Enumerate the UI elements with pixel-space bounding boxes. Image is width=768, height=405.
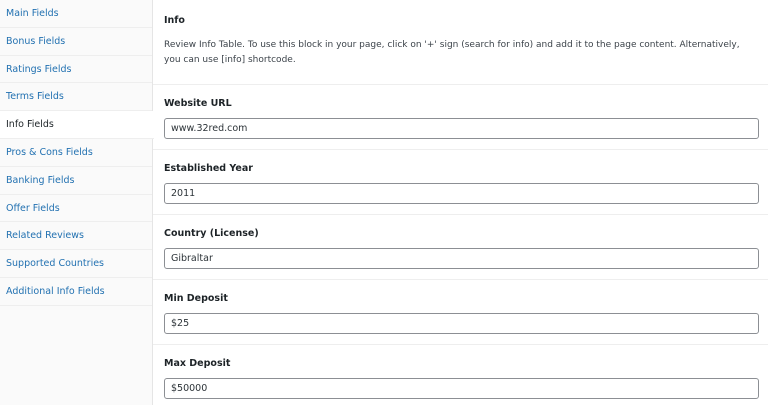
sidebar-item-info-fields[interactable]: Info Fields	[0, 111, 154, 139]
sidebar-item-ratings-fields[interactable]: Ratings Fields	[0, 56, 152, 84]
max-deposit-input[interactable]	[164, 378, 759, 399]
sidebar-item-supported-countries[interactable]: Supported Countries	[0, 250, 152, 278]
field-country-license: Country (License)	[153, 215, 768, 280]
sidebar-item-bonus-fields[interactable]: Bonus Fields	[0, 28, 152, 56]
main-panel: Info Review Info Table. To use this bloc…	[153, 0, 768, 405]
sidebar-item-related-reviews[interactable]: Related Reviews	[0, 222, 152, 251]
country-license-label: Country (License)	[164, 228, 259, 239]
sidebar-nav: Main Fields Bonus Fields Ratings Fields …	[0, 0, 154, 405]
settings-panel: Main Fields Bonus Fields Ratings Fields …	[0, 0, 768, 405]
info-header: Info Review Info Table. To use this bloc…	[153, 0, 768, 85]
sidebar-item-main-fields[interactable]: Main Fields	[0, 0, 152, 28]
sidebar-item-banking-fields[interactable]: Banking Fields	[0, 167, 152, 195]
max-deposit-label: Max Deposit	[164, 358, 231, 369]
min-deposit-input[interactable]	[164, 313, 759, 334]
country-license-input[interactable]	[164, 248, 759, 269]
sidebar-item-terms-fields[interactable]: Terms Fields	[0, 83, 152, 112]
min-deposit-label: Min Deposit	[164, 293, 228, 304]
field-min-deposit: Min Deposit	[153, 280, 768, 345]
sidebar-item-additional-info-fields[interactable]: Additional Info Fields	[0, 278, 152, 306]
section-title: Info	[164, 15, 185, 26]
established-year-label: Established Year	[164, 163, 253, 174]
website-url-input[interactable]	[164, 118, 759, 139]
field-max-deposit: Max Deposit	[153, 345, 768, 405]
sidebar-item-pros-cons-fields[interactable]: Pros & Cons Fields	[0, 139, 152, 167]
sidebar-item-offer-fields[interactable]: Offer Fields	[0, 195, 152, 223]
website-url-label: Website URL	[164, 98, 232, 109]
field-website-url: Website URL	[153, 85, 768, 150]
established-year-input[interactable]	[164, 183, 759, 204]
field-established-year: Established Year	[153, 150, 768, 215]
section-description: Review Info Table. To use this block in …	[164, 40, 740, 65]
